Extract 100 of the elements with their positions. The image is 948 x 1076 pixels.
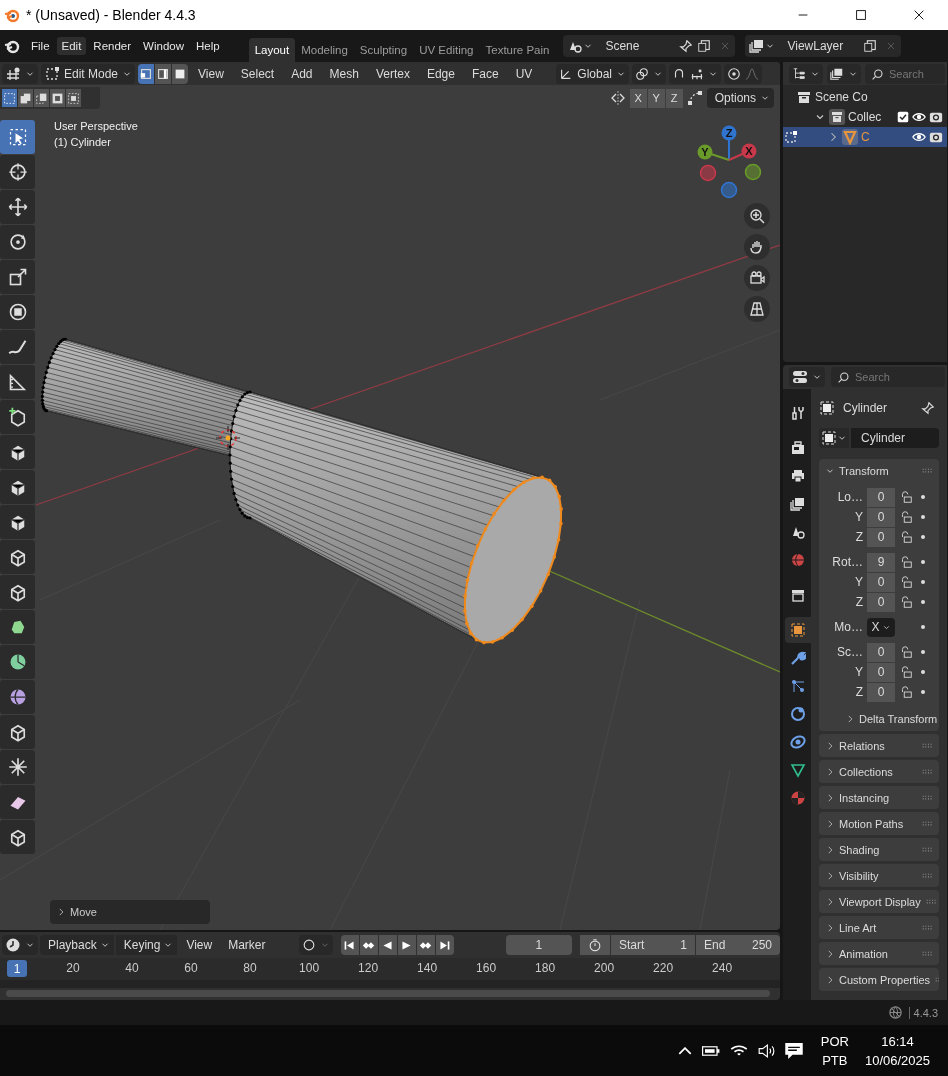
clock[interactable]: 16:14 10/06/2025 — [864, 1033, 930, 1068]
number-field[interactable]: 0 — [867, 642, 895, 662]
tree-row[interactable]: Collec — [783, 107, 947, 127]
mode-dropdown[interactable]: Edit Mode — [41, 63, 136, 84]
field-label: Mo… — [833, 620, 863, 634]
number-field[interactable]: 0 — [867, 592, 895, 612]
search-field[interactable]: Search — [865, 63, 945, 84]
frame-number: 240 — [712, 961, 733, 975]
tree-row[interactable]: C — [783, 127, 947, 147]
menu-item[interactable]: Edge — [419, 64, 462, 83]
number-field[interactable]: 0 — [867, 682, 895, 702]
panel-title[interactable]: Delta Transform — [859, 713, 938, 725]
panel-title[interactable]: Line Art — [839, 921, 917, 934]
frame-number: 160 — [476, 961, 497, 975]
field-label: Y — [854, 510, 863, 524]
field-label: Y — [854, 575, 863, 589]
scene-selector[interactable]: Scene — [563, 35, 736, 57]
tree-label: Collec — [848, 110, 883, 124]
menu-item[interactable]: UV — [508, 64, 540, 83]
orientation-dropdown[interactable]: Global — [556, 63, 629, 84]
panel-title[interactable]: Custom Properties — [839, 973, 931, 986]
menu-item[interactable]: Window — [138, 37, 189, 55]
frame-number: 100 — [299, 961, 320, 975]
frame-number: 80 — [243, 961, 257, 975]
viewport-info-text: (1) Cylinder — [54, 136, 112, 148]
frame-number: 40 — [125, 961, 139, 975]
menu-item[interactable]: Edit — [56, 37, 87, 55]
panel-title: Move — [70, 906, 97, 918]
panel-title[interactable]: Animation — [839, 947, 917, 960]
axis-handle[interactable]: Z — [721, 125, 737, 161]
version-text: 4.4.3 — [908, 1006, 938, 1019]
field-label: Z — [854, 595, 863, 609]
axis-toggle[interactable]: X — [629, 88, 647, 108]
current-frame-field[interactable]: 1 — [505, 935, 572, 955]
number-field[interactable]: 0 — [867, 572, 895, 592]
field-label: Z — [854, 530, 863, 544]
frame-number: 220 — [653, 961, 674, 975]
panel-title[interactable]: Shading — [839, 843, 917, 856]
window-title: * (Unsaved) - Blender 4.4.3 — [26, 7, 197, 23]
field-label: Z — [854, 685, 863, 699]
panel-title[interactable]: Transform — [839, 465, 917, 477]
frame-number: 140 — [417, 961, 438, 975]
object-name-field[interactable]: Cylinder — [851, 428, 939, 448]
panel-title[interactable]: Relations — [839, 739, 917, 752]
tree-label: Scene Co — [815, 90, 869, 104]
menu-item[interactable]: View — [179, 936, 220, 954]
start-frame-field[interactable]: Start 1 — [611, 935, 695, 955]
menu-item[interactable]: Mesh — [322, 64, 366, 83]
panel-title[interactable]: Instancing — [839, 791, 917, 804]
menu-item[interactable]: Marker — [221, 936, 273, 954]
menu-item[interactable]: Help — [191, 37, 225, 55]
field-label: Lo… — [836, 490, 863, 504]
view-layer-name: ViewLayer — [786, 39, 845, 53]
frame-number: 180 — [535, 961, 556, 975]
last-operation-panel[interactable]: Move — [50, 900, 210, 924]
menu-item[interactable]: View — [191, 64, 231, 83]
menu-item[interactable]: Render — [88, 37, 137, 55]
tree-label: C — [861, 130, 871, 144]
menu-item[interactable]: Vertex — [368, 64, 417, 83]
frame-number: 20 — [66, 961, 80, 975]
axis-toggle[interactable]: Y — [647, 88, 665, 108]
axis-handle[interactable]: Y — [697, 144, 730, 161]
menu-item[interactable]: Add — [284, 64, 320, 83]
end-frame-field[interactable]: End 250 — [696, 935, 780, 955]
field-label: Y — [854, 665, 863, 679]
panel-title[interactable]: Motion Paths — [839, 817, 917, 830]
options-dropdown[interactable]: Options — [706, 88, 774, 108]
mode-dropdown[interactable]: X — [867, 617, 895, 637]
playhead-marker[interactable]: 1 — [7, 960, 27, 977]
object-name: Cylinder — [843, 401, 888, 415]
workspace-tab[interactable]: Modeling — [295, 38, 354, 62]
axis-toggle[interactable]: Z — [665, 88, 683, 108]
search-field[interactable]: Search — [831, 367, 945, 387]
number-field[interactable]: 0 — [867, 507, 895, 527]
workspace-tab[interactable]: Texture Pain — [479, 38, 556, 62]
axis-handle[interactable]: X — [728, 143, 757, 161]
view-layer-selector[interactable]: ViewLayer — [745, 35, 902, 57]
panel-title[interactable]: Visibility — [839, 869, 917, 882]
workspace-tab[interactable]: Layout — [248, 38, 296, 62]
scene-name: Scene — [604, 39, 641, 53]
menu-item[interactable]: File — [26, 37, 55, 55]
frame-number: 60 — [184, 961, 198, 975]
menu-dropdown[interactable]: Playback — [40, 935, 114, 955]
workspace-tab[interactable]: Sculpting — [353, 38, 414, 62]
field-label: Rot… — [831, 555, 863, 569]
number-field[interactable]: 0 — [867, 487, 895, 507]
menu-dropdown[interactable]: Keying — [115, 935, 178, 955]
language-indicator[interactable]: POR PTB — [820, 1033, 849, 1068]
number-field[interactable]: 0 — [867, 527, 895, 547]
frame-number: 120 — [358, 961, 379, 975]
menu-item[interactable]: Face — [464, 64, 506, 83]
number-field[interactable]: 0 — [867, 662, 895, 682]
viewport-info-text: User Perspective — [54, 120, 138, 132]
tree-row[interactable]: Scene Co — [783, 87, 947, 107]
field-label: Sc… — [836, 645, 863, 659]
number-field[interactable]: 9 — [867, 552, 895, 572]
panel-title[interactable]: Collections — [839, 765, 917, 778]
panel-title[interactable]: Viewport Display — [839, 895, 921, 908]
menu-item[interactable]: Select — [233, 64, 282, 83]
workspace-tab[interactable]: UV Editing — [413, 38, 480, 62]
